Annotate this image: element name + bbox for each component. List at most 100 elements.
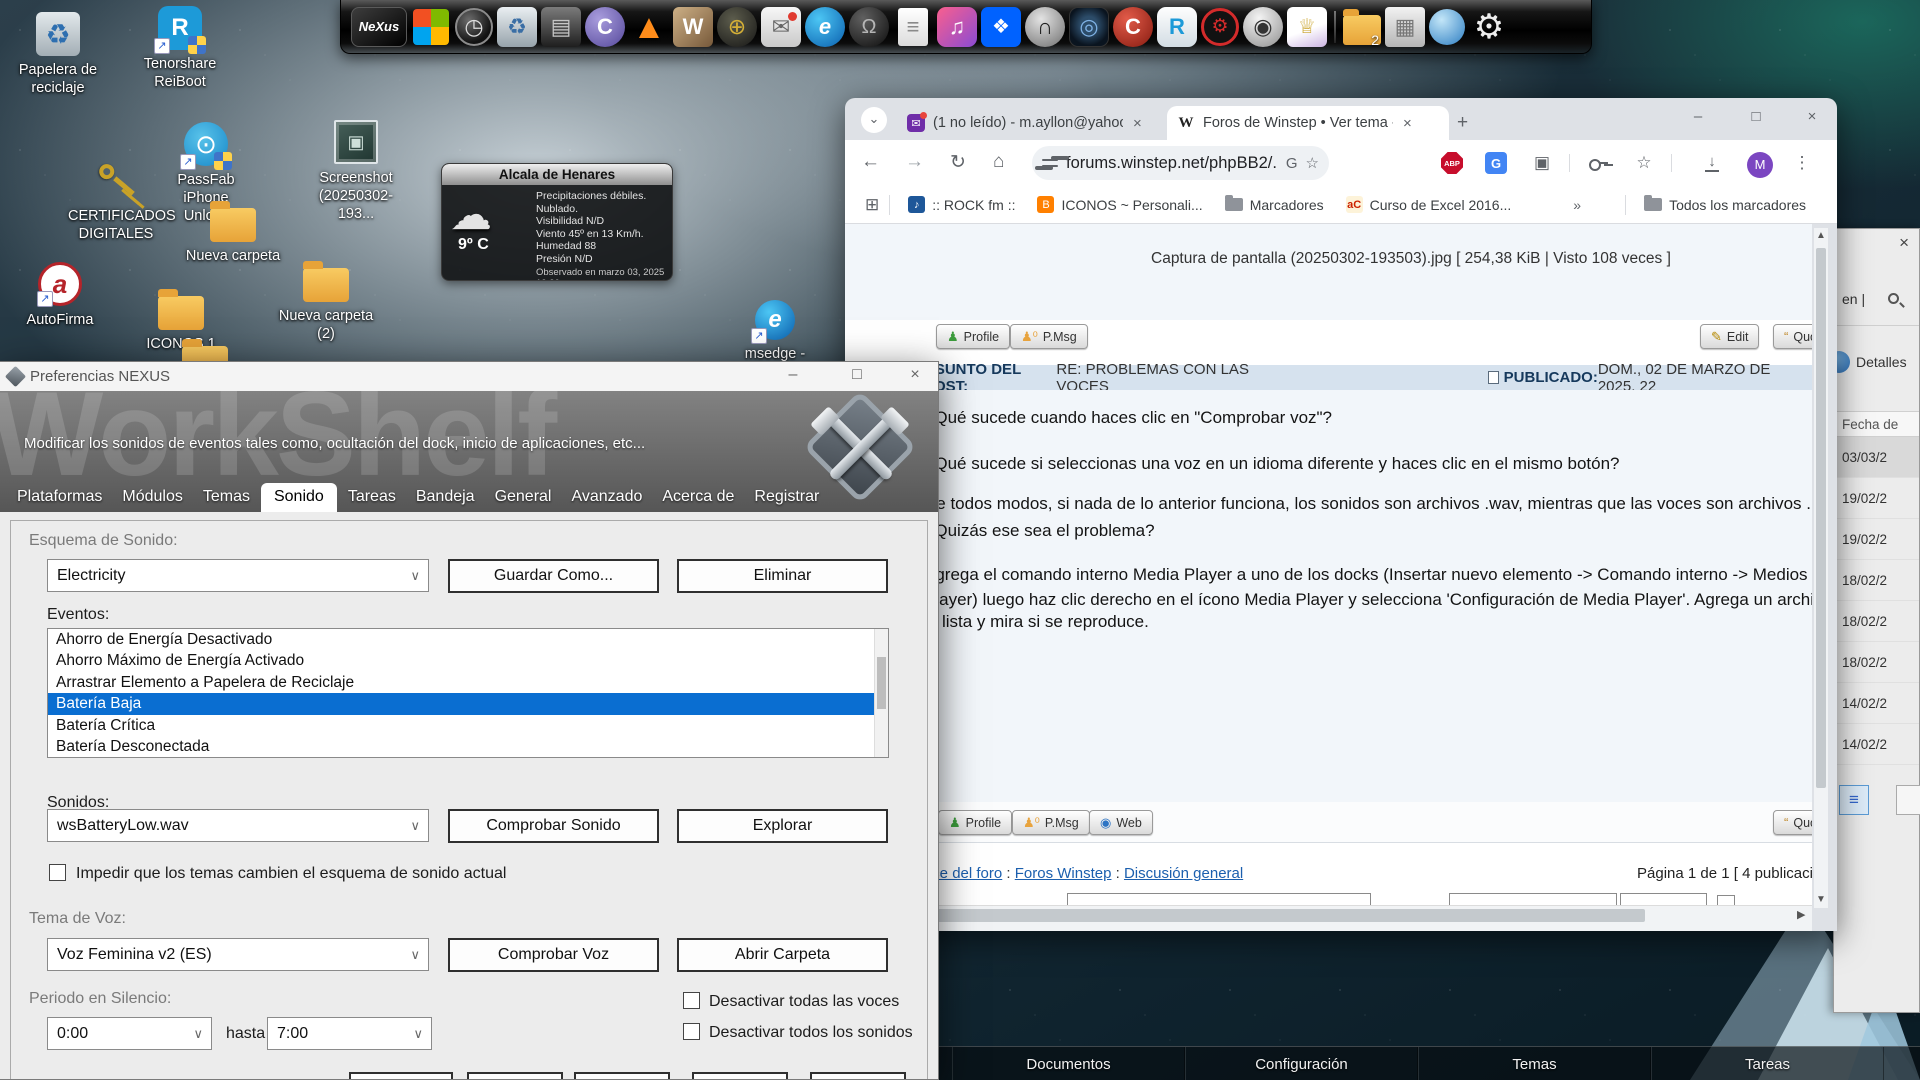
headphones-dock-icon[interactable]: ∩ — [1025, 7, 1065, 47]
scroll-down-icon[interactable]: ▼ — [1816, 894, 1826, 905]
scroll-right-icon[interactable]: ▶ — [1797, 908, 1805, 921]
bookmark-blogger[interactable]: BICONOS ~ Personali... — [1029, 196, 1210, 213]
web-button[interactable]: ◉ Web — [1089, 810, 1153, 835]
date-row[interactable]: 14/02/2 — [1834, 683, 1919, 724]
bottom-button[interactable] — [349, 1072, 453, 1080]
recycle-bin-dock-icon[interactable]: ♻ — [497, 7, 537, 47]
desktop-icon-nueva-carpeta[interactable]: Nueva carpeta — [185, 200, 281, 265]
edge-dock-icon[interactable]: e — [805, 7, 845, 47]
gear-dock-icon[interactable]: ⚙ — [1469, 7, 1509, 47]
network-dock-icon[interactable]: ⊕ — [717, 7, 757, 47]
shelf-tab-documentos[interactable]: Documentos — [952, 1047, 1185, 1080]
mail-dock-icon[interactable]: ✉ — [761, 7, 801, 47]
tab-avanzado[interactable]: Avanzado — [562, 483, 651, 512]
tab-registrar[interactable]: Registrar — [745, 483, 828, 512]
minimize-button[interactable]: – — [778, 366, 808, 384]
date-row[interactable]: 18/02/2 — [1834, 560, 1919, 601]
bottom-button[interactable] — [467, 1072, 563, 1080]
ccleaner-dock-icon[interactable]: C — [1113, 7, 1153, 47]
shelf-tab-configuración[interactable]: Configuración — [1185, 1047, 1418, 1080]
topic-link[interactable]: Discusión general — [1124, 865, 1243, 882]
folder-2-dock-icon[interactable]: 2 — [1343, 15, 1381, 45]
tab-bandeja[interactable]: Bandeja — [407, 483, 484, 512]
tab-módulos[interactable]: Módulos — [113, 483, 191, 512]
document-dock-icon[interactable]: ≡ — [898, 8, 928, 46]
tab-general[interactable]: General — [486, 483, 561, 512]
pmsg-button[interactable]: ♟⁰ P.Msg — [1010, 324, 1088, 349]
apps-grid-icon[interactable]: ⊞ — [865, 195, 879, 215]
silence-from-select[interactable]: 0:00 — [47, 1017, 212, 1050]
bottom-button[interactable] — [574, 1072, 670, 1080]
pmsg-button[interactable]: ♟⁰ P.Msg — [1012, 810, 1090, 835]
browse-button[interactable]: Explorar — [677, 809, 888, 843]
event-row[interactable]: Batería Baja — [48, 693, 888, 714]
extension-icon[interactable]: ▣ — [1531, 152, 1553, 174]
tab-close-icon[interactable]: × — [1403, 115, 1412, 132]
home-icon[interactable]: ⌂ — [993, 151, 1004, 173]
date-row[interactable]: 14/02/2 — [1834, 724, 1919, 765]
date-row[interactable]: 18/02/2 — [1834, 642, 1919, 683]
tab-close-icon[interactable]: × — [1133, 115, 1142, 132]
tab-sonido[interactable]: Sonido — [261, 483, 337, 512]
maximize-button[interactable]: □ — [842, 366, 872, 384]
tab-acerca-de[interactable]: Acerca de — [653, 483, 743, 512]
quote-button[interactable]: “ Quote — [1773, 324, 1812, 349]
date-row[interactable]: 18/02/2 — [1834, 601, 1919, 642]
scheme-select[interactable]: Electricity — [47, 559, 429, 592]
tab-tareas[interactable]: Tareas — [339, 483, 405, 512]
date-column-header[interactable]: Fecha de — [1834, 411, 1919, 437]
sphere-dock-icon[interactable] — [1429, 9, 1465, 45]
voice-select[interactable]: Voz Feminina v2 (ES) — [47, 938, 429, 971]
event-row[interactable]: Ahorro Máximo de Energía Activado — [48, 650, 888, 671]
sound-select[interactable]: wsBatteryLow.wav — [47, 809, 429, 842]
webcam-dock-icon[interactable]: ◉ — [1243, 7, 1283, 47]
profile-button[interactable]: ♟ Profile — [936, 324, 1010, 349]
desktop-icon-tenorshare-reiboot[interactable]: R↗Tenorshare ReiBoot — [132, 6, 228, 91]
forum-link[interactable]: Foros Winstep — [1015, 865, 1112, 882]
edit-button[interactable]: ✎ Edit — [1700, 324, 1759, 349]
desktop-icon-autofirma[interactable]: a↗AutoFirma — [12, 262, 108, 329]
profile-button[interactable]: ♟ Profile — [938, 810, 1012, 835]
quote-button[interactable]: “ Quote — [1773, 810, 1812, 835]
delete-button[interactable]: Eliminar — [677, 559, 888, 593]
shelf-tab-tareas[interactable]: Tareas — [1651, 1047, 1884, 1080]
tab-yahoo-mail[interactable]: ✉ (1 no leído) - m.ayllon@yahoo.e × — [897, 106, 1159, 140]
wallpaper-dock-icon[interactable]: ▦ — [1385, 7, 1425, 47]
close-button[interactable]: × — [900, 366, 930, 384]
maximize-button[interactable]: □ — [1741, 108, 1771, 125]
desktop-icon-nueva-carpeta-2[interactable]: Nueva carpeta (2) — [278, 260, 374, 343]
scrollbar-thumb[interactable] — [1816, 248, 1826, 788]
close-icon[interactable]: × — [1899, 233, 1909, 253]
bookmarks-overflow-chevron[interactable]: » — [1573, 197, 1581, 213]
save-as-button[interactable]: Guardar Como... — [448, 559, 659, 593]
open-folder-button[interactable]: Abrir Carpeta — [677, 938, 888, 972]
reload-icon[interactable]: ↻ — [950, 151, 966, 174]
minimize-button[interactable]: – — [1683, 108, 1713, 125]
tab-plataformas[interactable]: Plataformas — [8, 483, 111, 512]
tab-search-chevron-icon[interactable]: ⌄ — [861, 107, 887, 133]
winstep-box-dock-icon[interactable]: W — [673, 7, 713, 47]
desktop-icon-certificados-digitales[interactable]: CERTIFICADOS DIGITALES — [68, 158, 164, 243]
bittorrent-dock-icon[interactable]: C — [585, 7, 625, 47]
events-listbox[interactable]: Ahorro de Energía DesactivadoAhorro Máxi… — [47, 628, 889, 758]
clock-dock-icon[interactable]: ◷ — [455, 8, 493, 46]
music-dock-icon[interactable]: ♫ — [937, 7, 977, 47]
horizontal-scrollbar[interactable]: ▶ — [845, 905, 1812, 931]
camera-lens-dock-icon[interactable]: ◎ — [1069, 7, 1109, 47]
scrollbar-thumb[interactable] — [930, 909, 1645, 922]
bookmark-star-icon[interactable]: ☆ — [1306, 154, 1319, 172]
date-row[interactable]: 19/02/2 — [1834, 478, 1919, 519]
list-view-button[interactable]: ≡ — [1839, 785, 1869, 815]
drive-dock-icon[interactable]: ▤ — [541, 7, 581, 47]
prevent-theme-checkbox[interactable] — [49, 864, 66, 881]
bottom-button[interactable] — [810, 1072, 906, 1080]
vlc-dock-icon[interactable]: ▲ — [629, 7, 669, 47]
site-settings-icon[interactable] — [1042, 157, 1058, 169]
test-voice-button[interactable]: Comprobar Voz — [448, 938, 659, 972]
bookmark-radio[interactable]: ♪:: ROCK fm :: — [900, 196, 1023, 213]
driver-booster-dock-icon[interactable]: ⚙ — [1201, 8, 1239, 46]
event-row[interactable]: Arrastrar Elemento a Papelera de Recicla… — [48, 672, 888, 693]
nexus-dock-icon[interactable]: NeXus — [351, 7, 407, 47]
vertical-scrollbar[interactable]: ▲ ▼ — [1814, 228, 1828, 908]
profile-avatar[interactable]: M — [1747, 152, 1773, 178]
